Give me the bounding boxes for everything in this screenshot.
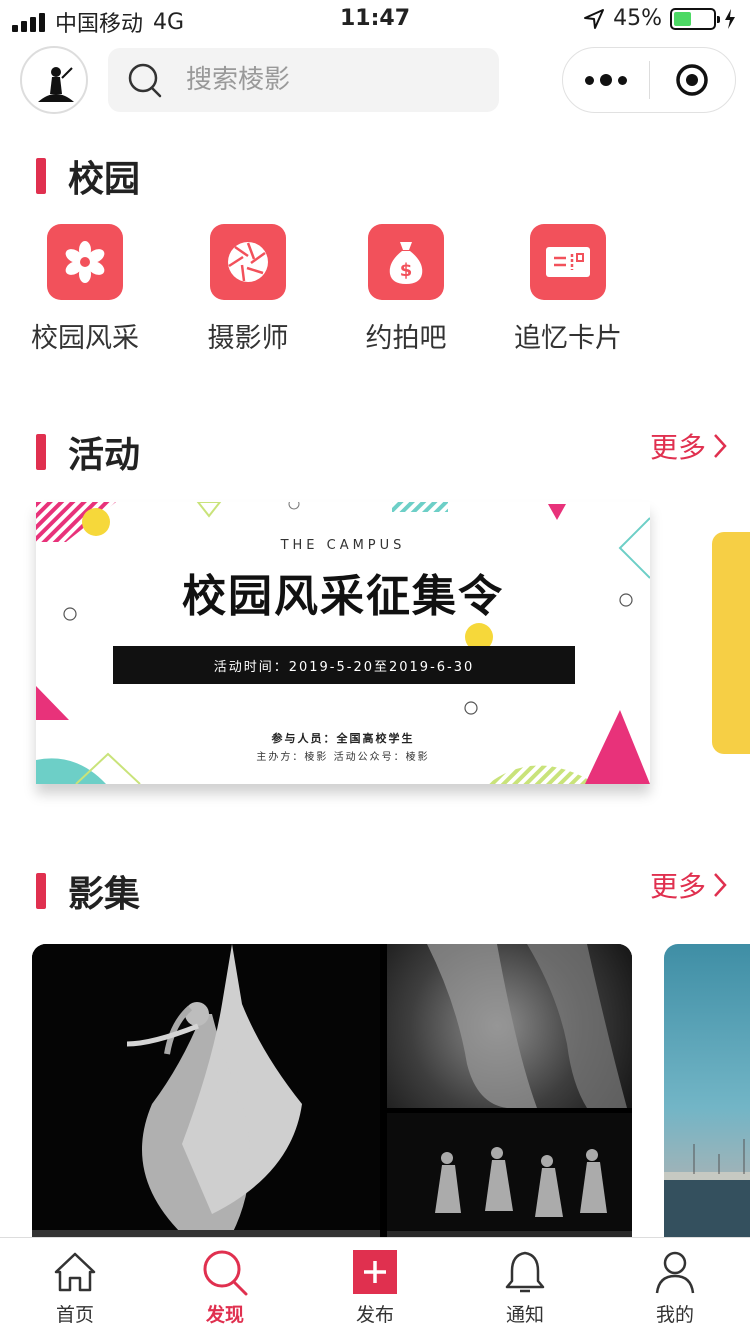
banner-time: 活动时间：2019-5-20至2019-6-30 xyxy=(113,646,575,684)
campus-section-title: 校园 xyxy=(36,150,140,202)
location-icon xyxy=(584,8,605,29)
charging-icon xyxy=(725,8,735,29)
category-label: 追忆卡片 xyxy=(514,323,622,354)
photo-ballet-shoes[interactable] xyxy=(387,944,632,1108)
activity-section-title: 活动 xyxy=(36,426,140,478)
tab-bar: 首页 发现 发布 通知 我的 xyxy=(0,1237,750,1334)
banner-participants: 参与人员：全国高校学生 xyxy=(271,732,415,745)
chevron-right-icon xyxy=(714,873,727,897)
more-label: 更多 xyxy=(649,431,706,464)
tab-home[interactable]: 首页 xyxy=(0,1238,150,1334)
svg-text:$: $ xyxy=(400,260,413,281)
close-program-button[interactable] xyxy=(650,63,736,97)
category-campus-style[interactable]: 校园风采 xyxy=(20,224,150,355)
photo-dancers-group[interactable] xyxy=(387,1113,632,1240)
camera-aperture-icon xyxy=(210,224,286,300)
category-label: 摄影师 xyxy=(207,323,289,354)
activity-banner[interactable]: THE CAMPUS 校园风采征集令 活动时间：2019-5-20至2019-6… xyxy=(36,502,650,784)
photo-seaside[interactable] xyxy=(664,944,750,1240)
battery-icon xyxy=(670,7,720,30)
search-input[interactable] xyxy=(186,65,466,95)
tab-label: 通知 xyxy=(505,1304,544,1326)
user-icon xyxy=(651,1248,699,1296)
avatar[interactable] xyxy=(20,46,88,114)
status-bar: 中国移动 4G 11:47 45% xyxy=(0,0,750,40)
search-icon xyxy=(128,63,162,98)
banner-headline: 校园风采征集令 xyxy=(182,571,504,622)
category-photographer[interactable]: 摄影师 xyxy=(183,224,313,355)
album-card[interactable] xyxy=(32,944,632,1240)
tab-label: 发现 xyxy=(205,1304,244,1326)
category-memory-card[interactable]: 追忆卡片 xyxy=(503,224,633,355)
tab-notifications[interactable]: 通知 xyxy=(450,1238,600,1334)
ticket-card-icon xyxy=(530,224,606,300)
search-icon xyxy=(201,1248,249,1296)
search-bar[interactable] xyxy=(108,48,499,112)
plus-icon xyxy=(351,1248,399,1296)
tab-publish[interactable]: 发布 xyxy=(300,1238,450,1334)
flower-icon xyxy=(47,224,123,300)
battery-percent: 45% xyxy=(613,6,662,31)
album-section-title: 影集 xyxy=(36,865,140,917)
more-options-button[interactable] xyxy=(563,74,649,86)
tab-me[interactable]: 我的 xyxy=(600,1238,750,1334)
home-icon xyxy=(51,1248,99,1296)
more-label: 更多 xyxy=(649,870,706,903)
banner-subtitle: THE CAMPUS xyxy=(280,538,406,553)
target-icon xyxy=(676,64,708,96)
category-label: 约拍吧 xyxy=(365,323,447,354)
banner-organizer: 主办方：棱影 活动公众号：棱影 xyxy=(256,752,430,763)
next-banner-peek[interactable] xyxy=(712,532,750,754)
chevron-right-icon xyxy=(714,434,727,458)
photo-dancer[interactable] xyxy=(32,944,380,1240)
bell-icon xyxy=(501,1248,549,1296)
category-photo-date[interactable]: $ 约拍吧 xyxy=(341,224,471,355)
activity-more-link[interactable]: 更多 xyxy=(650,426,728,466)
tab-label: 我的 xyxy=(655,1304,694,1326)
album-more-link[interactable]: 更多 xyxy=(650,865,728,905)
tab-label: 发布 xyxy=(355,1304,394,1326)
mini-program-capsule xyxy=(562,47,736,113)
category-label: 校园风采 xyxy=(31,323,139,354)
tab-label: 首页 xyxy=(55,1304,94,1326)
tab-discover[interactable]: 发现 xyxy=(150,1238,300,1334)
money-bag-icon: $ xyxy=(368,224,444,300)
